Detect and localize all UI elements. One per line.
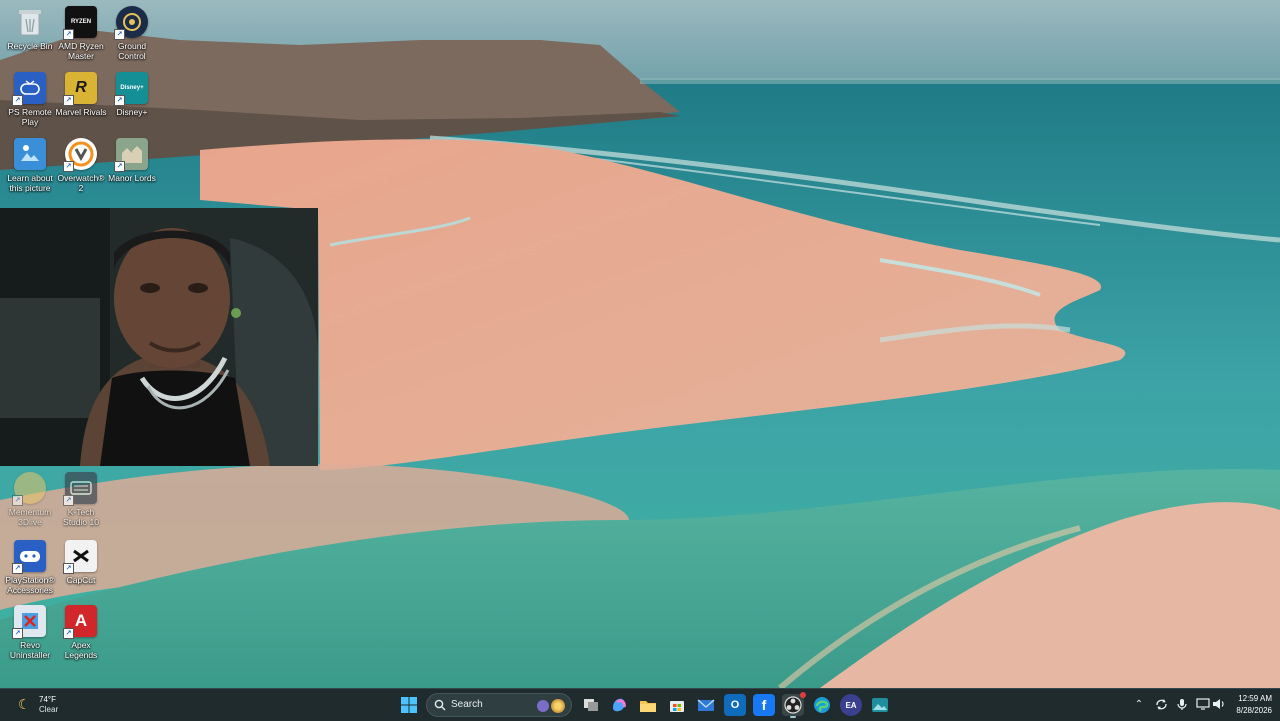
desktop-icon-label: Recycle Bin (7, 41, 53, 51)
mail-icon (697, 699, 715, 711)
playstation-accessories-icon: ↗ (12, 540, 46, 574)
network-icon (1196, 698, 1210, 710)
desktop-icon-ground-control[interactable]: ↗ Ground Control (106, 6, 158, 61)
volume-tray-button[interactable] (1212, 698, 1226, 712)
desktop-icon-label: AMD Ryzen Master (58, 41, 104, 61)
edge-icon (814, 697, 830, 713)
desktop-icon-label: PS Remote Play (8, 107, 52, 127)
desktop-icon-label: Manor Lords (108, 173, 156, 183)
photos-icon (872, 698, 888, 712)
disney-plus-icon: Disney+ ↗ (114, 72, 148, 106)
ea-app-button[interactable]: EA (840, 694, 862, 716)
desktop-icon-label: Learn about this picture (7, 173, 53, 193)
recording-indicator (800, 692, 806, 698)
show-hidden-icons-button[interactable]: ⌃ (1132, 698, 1146, 712)
moon-icon: ☾ (18, 696, 31, 712)
windows-logo-icon (401, 697, 417, 713)
ground-control-icon: ↗ (114, 6, 148, 40)
clock-date: 8/28/2026 (1236, 706, 1272, 715)
revo-uninstaller-icon: ↗ (12, 605, 46, 639)
running-indicator (790, 716, 796, 718)
k-tech-studio-icon: ↗ (63, 472, 97, 506)
desktop-icon-capcut[interactable]: ↗ CapCut (55, 540, 107, 585)
start-button[interactable] (398, 694, 420, 716)
desktop-icon-manor-lords[interactable]: ↗ Manor Lords (106, 138, 158, 183)
webcam-person-image (0, 208, 318, 466)
desktop-icon-playstation-accessories[interactable]: ↗ PlayStation® Accessories (4, 540, 56, 595)
desktop-icon-recycle-bin[interactable]: Recycle Bin (4, 6, 56, 51)
outlook-button[interactable]: O (724, 694, 746, 716)
taskbar-clock[interactable]: 12:59 AM 8/28/2026 (1236, 693, 1272, 717)
desktop-icon-overwatch-2[interactable]: ↗ Overwatch® 2 (55, 138, 107, 193)
amd-ryzen-icon: RYZEN ↗ (63, 6, 97, 40)
outlook-icon: O (730, 699, 740, 711)
desktop-icon-k-tech-studio[interactable]: ↗ K-Tech Studio 10 (55, 472, 107, 527)
microsoft-store-button[interactable] (666, 694, 688, 716)
capcut-icon: ↗ (63, 540, 97, 574)
desktop-icon-label: K-Tech Studio 10 (63, 507, 99, 527)
taskbar-search-box[interactable]: Search (426, 693, 572, 717)
edge-button[interactable] (811, 694, 833, 716)
mail-button[interactable] (695, 694, 717, 716)
search-icon (434, 699, 446, 711)
search-placeholder: Search (451, 699, 483, 710)
task-view-icon (584, 699, 598, 711)
desktop-icon-disney-plus[interactable]: Disney+ ↗ Disney+ (106, 72, 158, 117)
desktop-icon-learn-about-this-picture[interactable]: Learn about this picture (4, 138, 56, 193)
file-explorer-button[interactable] (637, 694, 659, 716)
facebook-icon: f (761, 697, 767, 713)
ps-remote-play-icon: ↗ (12, 72, 46, 106)
desktop-icon-label: CapCut (66, 575, 96, 585)
webcam-overlay (0, 208, 318, 466)
desktop-icon-label: Marvel Rivals (55, 107, 107, 117)
microphone-icon (1177, 699, 1187, 710)
desktop-icon-label: PlayStation® Accessories (5, 575, 55, 595)
learn-about-picture-icon (14, 138, 46, 170)
search-highlight-icon (551, 699, 565, 713)
task-view-button[interactable] (580, 694, 602, 716)
folder-icon (640, 700, 656, 712)
desktop-icon-marvel-rivals[interactable]: R ↗ Marvel Rivals (55, 72, 107, 117)
weather-condition: Clear (39, 705, 59, 714)
photos-button[interactable] (869, 694, 891, 716)
desktop-icon-label: Mementum 3Dlive (8, 507, 52, 527)
copilot-icon (613, 698, 626, 712)
recycle-bin-icon (14, 6, 46, 38)
facebook-button[interactable]: f (753, 694, 775, 716)
sync-tray-button[interactable] (1154, 698, 1168, 712)
desktop-icon-apex-legends[interactable]: A ↗ Apex Legends (55, 605, 107, 660)
desktop-icon-label: Ground Control (117, 41, 147, 61)
desktop-icon-revo-uninstaller[interactable]: ↗ Revo Uninstaller (4, 605, 56, 660)
apex-legends-icon: A ↗ (63, 605, 97, 639)
desktop-icon-label: Apex Legends (64, 640, 98, 660)
desktop-icon-amd-ryzen-master[interactable]: RYZEN ↗ AMD Ryzen Master (55, 6, 107, 61)
overwatch-icon: ↗ (63, 138, 97, 172)
obs-studio-button[interactable] (782, 692, 806, 718)
network-tray-button[interactable] (1196, 698, 1210, 712)
desktop-icon-memento[interactable]: ↗ Mementum 3Dlive (4, 472, 56, 527)
sync-icon (1155, 699, 1167, 710)
store-icon (670, 701, 684, 712)
desktop-icon-label: Disney+ (116, 107, 148, 117)
taskbar: ☾ 74°F Clear Search O f EA ⌃ 12:59 AM 8/… (0, 688, 1280, 721)
ea-icon: EA (845, 700, 857, 710)
memento-icon: ↗ (12, 472, 46, 506)
obs-icon (784, 696, 802, 714)
marvel-rivals-icon: R ↗ (63, 72, 97, 106)
speaker-icon (1213, 699, 1224, 709)
copilot-button[interactable] (608, 694, 630, 716)
manor-lords-icon: ↗ (114, 138, 148, 172)
weather-temperature: 74°F (39, 695, 56, 704)
desktop-icon-ps-remote-play[interactable]: ↗ PS Remote Play (4, 72, 56, 127)
desktop-icon-label: Overwatch® 2 (57, 173, 105, 193)
desktop-icon-label: Revo Uninstaller (9, 640, 51, 660)
search-highlight-icon (537, 700, 549, 712)
microphone-tray-button[interactable] (1175, 698, 1189, 712)
chevron-up-icon: ⌃ (1134, 699, 1144, 710)
clock-time: 12:59 AM (1238, 694, 1272, 703)
